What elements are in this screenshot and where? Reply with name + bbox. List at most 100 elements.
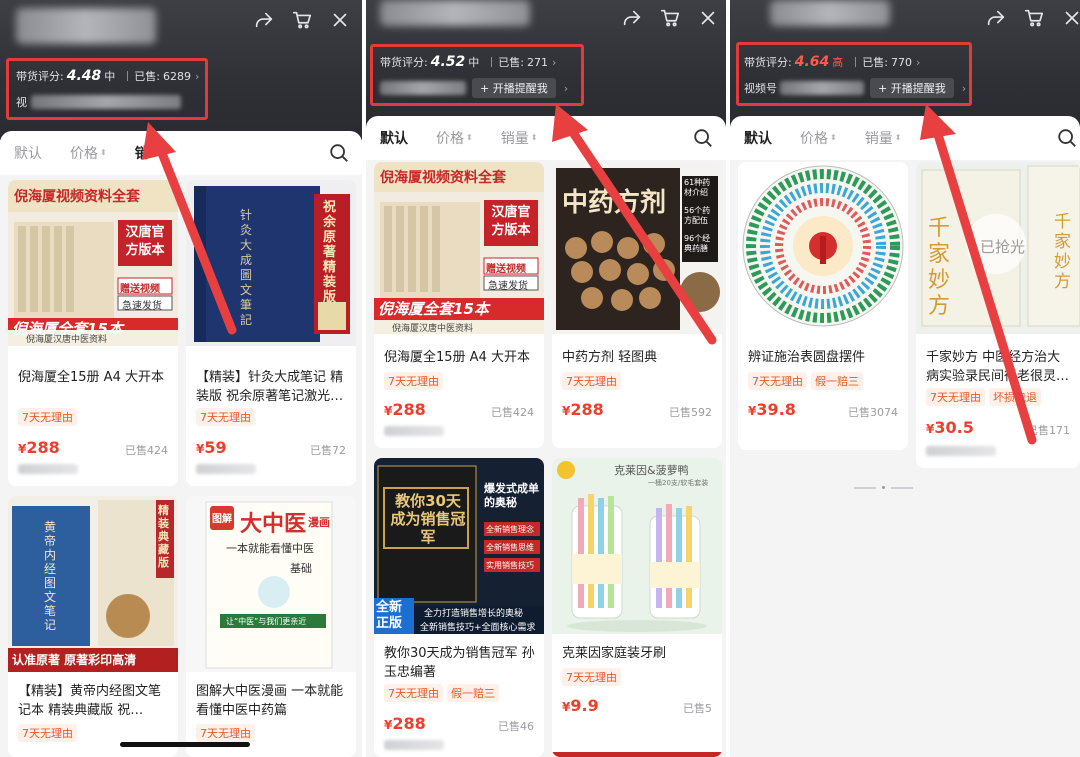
header-actions: [252, 8, 352, 32]
header-actions: [620, 6, 720, 30]
product-image-comic: 图解 大中医 漫画 一本就能看懂中医 基础 让“中医”与我们更亲近: [186, 496, 356, 672]
product-tags: 7天无理由: [18, 724, 77, 742]
book-banner-text: 认准原著 原著彩印高清: [12, 653, 137, 667]
product-title: 【精装】针灸大成笔记 精装版 祝余原著笔记激光…: [196, 370, 344, 404]
product-card[interactable]: 黄帝内经图文笔记 精装典藏版 认准原著 原著彩印高清 【精装】黄帝内经图文笔记本…: [8, 496, 178, 757]
book-ship-text: 急速发货: [488, 281, 528, 292]
shop-header: 带货评分: 4.48 中 已售: 6289 › 视: [0, 0, 362, 140]
qianjia-title-right: 千家妙方: [1054, 212, 1071, 292]
book-ribbon-vertical: 精装典藏版: [158, 504, 169, 569]
tab-sales[interactable]: 销量 ⬍: [865, 128, 902, 148]
tab-price[interactable]: 价格 ⬍: [436, 128, 473, 148]
search-icon[interactable]: [1056, 127, 1078, 149]
sales-strip-1: 全力打造销售增长的奥秘: [424, 609, 524, 619]
tab-default[interactable]: 默认: [380, 128, 408, 148]
brush-note: 一桶20支/软毛套装: [648, 479, 709, 487]
shop-header: 带货评分: 4.52 中 已售: 271 › + 开播提醒我 ›: [366, 0, 726, 130]
product-title: 【精装】黄帝内经图文笔记本 精装典藏版 祝…: [18, 684, 162, 718]
comic-slogan: 一本就能看懂中医: [226, 542, 314, 555]
product-card[interactable]: 图解 大中医 漫画 一本就能看懂中医 基础 让“中医”与我们更亲近 图解大中医漫…: [186, 496, 356, 757]
panel-3: 带货评分: 4.64 高 已售: 770 › 视频号 + 开播提醒我 › 默认 …: [730, 0, 1080, 757]
tag: 假一赔三: [447, 684, 499, 702]
book-footer-text: 倪海厦汉唐中医资料: [392, 324, 474, 334]
annotation-box: [370, 44, 584, 106]
sales-strip-2: 全新销售技巧+全面核心需求: [420, 623, 536, 633]
product-image-blue-book: 针灸大成圖文筆記 祝余原著精装版: [186, 180, 356, 346]
tag: 7天无理由: [384, 684, 443, 702]
book-banner-text: 倪海厦视频资料全套: [380, 170, 506, 186]
product-image-sales: 教你30天成为销售冠军 爆发式成单的奥秘 全新销售理念 全新销售思维 实用销售技…: [374, 458, 544, 634]
product-image-wheel: [738, 162, 908, 334]
blurred-shop: [384, 426, 444, 436]
product-card[interactable]: 倪海厦视频资料全套 汉唐官方版本 赠送视频 急速发货 倪海厦全套15本 倪海厦汉…: [8, 180, 178, 486]
product-sold: 已售424: [125, 444, 168, 457]
book-ribbon-vertical: 祝余原著精装版: [323, 200, 337, 305]
herb-info-1: 61种药材介绍: [684, 178, 711, 197]
tag: 7天无理由: [384, 372, 443, 390]
search-icon[interactable]: [328, 142, 350, 164]
tab-price[interactable]: 价格 ⬍: [70, 143, 107, 163]
next-card-peek: [552, 752, 722, 757]
share-icon[interactable]: [984, 6, 1008, 30]
tab-sales[interactable]: 销 ▾: [135, 143, 155, 163]
book-banner-text: 倪海厦视频资料全套: [14, 189, 140, 205]
product-price: ¥39.8: [748, 400, 796, 419]
product-price: ¥288: [384, 400, 426, 419]
product-card[interactable]: 克莱因&菠萝鸭 一桶20支/软毛套装 克莱因家庭装牙刷 7天无理由 ¥9.9 已…: [552, 458, 722, 757]
product-price: ¥288: [18, 438, 60, 457]
close-icon[interactable]: [328, 8, 352, 32]
book-gift-text: 赠送视频: [486, 264, 526, 275]
cart-icon[interactable]: [658, 6, 682, 30]
product-title: 辨证施治表圆盘摆件: [748, 350, 866, 365]
product-image-book-set: 倪海厦视频资料全套 汉唐官方版本 赠送视频 急速发货 倪海厦全套15本 倪海厦汉…: [8, 180, 178, 346]
comic-quote: 让“中医”与我们更亲近: [226, 617, 307, 626]
product-card[interactable]: 千家妙方 已抢光 千家妙方 千家妙方 中医经方治大病实验录民间很老很灵… 7天无…: [916, 162, 1080, 468]
tag: 7天无理由: [748, 372, 807, 390]
cart-icon[interactable]: [290, 8, 314, 32]
tab-price[interactable]: 价格 ⬍: [800, 128, 837, 148]
product-card[interactable]: 针灸大成圖文筆記 祝余原著精装版 【精装】针灸大成笔记 精装版 祝余原著笔记激光…: [186, 180, 356, 486]
blurred-shop: [18, 464, 78, 474]
tag: 7天无理由: [196, 724, 255, 742]
share-icon[interactable]: [252, 8, 276, 32]
sales-side: 爆发式成单的奥秘: [484, 482, 539, 509]
product-card[interactable]: 倪海厦视频资料全套 汉唐官方版本 赠送视频 急速发货 倪海厦全套15本 倪海厦汉…: [374, 162, 544, 448]
cart-icon[interactable]: [1022, 6, 1046, 30]
tag: 坏损包退: [989, 388, 1041, 406]
tab-sales[interactable]: 销量 ⬍: [501, 128, 538, 148]
product-tags: 7天无理由: [384, 372, 443, 390]
tab-default[interactable]: 默认: [744, 128, 772, 148]
product-sold: 已售72: [310, 444, 346, 457]
tag: 7天无理由: [562, 372, 621, 390]
close-icon[interactable]: [1060, 6, 1080, 30]
annotation-box: [6, 58, 208, 120]
product-tags: 7天无理由: [196, 408, 255, 426]
brush-brand: 克莱因&菠萝鸭: [614, 464, 689, 477]
search-icon[interactable]: [692, 127, 714, 149]
tag: 7天无理由: [196, 408, 255, 426]
product-tags: 7天无理由 坏损包退: [926, 388, 1041, 406]
blurred-shop-name: [380, 0, 530, 26]
close-icon[interactable]: [696, 6, 720, 30]
product-tags: 7天无理由 假一赔三: [748, 372, 863, 390]
product-title: 中药方剂 轻图典: [562, 350, 658, 365]
product-price: ¥9.9: [562, 696, 599, 715]
tab-default[interactable]: 默认: [14, 143, 42, 163]
tag: 7天无理由: [926, 388, 985, 406]
product-card[interactable]: 辨证施治表圆盘摆件 7天无理由 假一赔三 ¥39.8 已售3074: [738, 162, 908, 450]
product-image-herbal: 中药方剂 61种药材介绍 56个药方配伍 96个经典药膳: [552, 162, 722, 334]
sort-bar: 默认 价格 ⬍ 销量 ⬍: [366, 116, 726, 160]
wheel-art: [738, 162, 908, 334]
home-indicator: [120, 742, 250, 747]
herb-info-3: 96个经典药膳: [684, 234, 711, 253]
product-price: ¥288: [384, 714, 426, 733]
share-icon[interactable]: [620, 6, 644, 30]
herb-info-2: 56个药方配伍: [684, 206, 711, 225]
product-card[interactable]: 中药方剂 61种药材介绍 56个药方配伍 96个经典药膳 中药方剂 轻图典 7天…: [552, 162, 722, 448]
product-price: ¥288: [562, 400, 604, 419]
annotation-box: [736, 42, 972, 106]
product-card[interactable]: 教你30天成为销售冠军 爆发式成单的奥秘 全新销售理念 全新销售思维 实用销售技…: [374, 458, 544, 757]
product-sold: 已售424: [491, 406, 534, 419]
book-gift-text: 赠送视频: [120, 284, 160, 295]
blurred-shop-name: [16, 8, 156, 44]
